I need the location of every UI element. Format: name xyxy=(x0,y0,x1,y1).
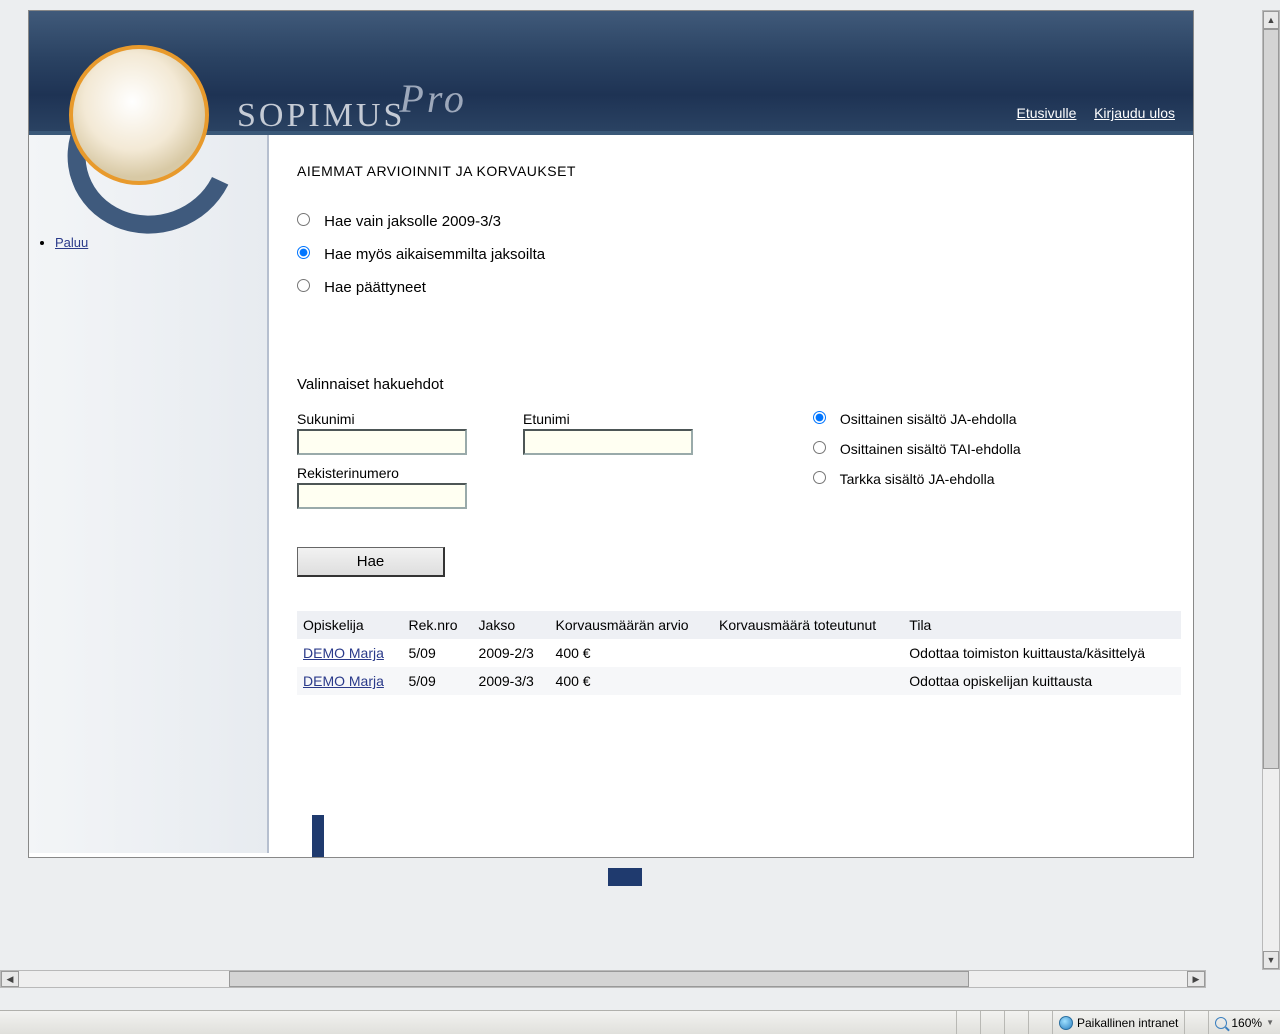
vertical-scrollbar[interactable]: ▲ ▼ xyxy=(1262,10,1280,970)
scroll-up-icon[interactable]: ▲ xyxy=(1263,11,1279,29)
lastname-input[interactable] xyxy=(297,429,467,455)
table-row: DEMO Marja 5/09 2009-3/3 400 € Odottaa o… xyxy=(297,667,1181,695)
cell-est: 400 € xyxy=(550,667,713,695)
scroll-left-icon[interactable]: ◀ xyxy=(1,971,19,987)
cell-regno: 5/09 xyxy=(402,639,472,667)
scroll-down-icon[interactable]: ▼ xyxy=(1263,951,1279,969)
match-radio-partial-or-label: Osittainen sisältö TAI-ehdolla xyxy=(840,441,1021,457)
logo-circle-icon xyxy=(69,45,209,185)
header: SOPIMUSPro Etusivulle Kirjaudu ulos xyxy=(29,11,1193,135)
search-button[interactable]: Hae xyxy=(297,547,445,577)
status-seg xyxy=(980,1011,1004,1034)
table-row: DEMO Marja 5/09 2009-2/3 400 € Odottaa t… xyxy=(297,639,1181,667)
selection-marker-icon xyxy=(312,815,324,857)
cell-period: 2009-3/3 xyxy=(473,667,550,695)
period-radio-ended[interactable] xyxy=(297,279,310,292)
globe-icon xyxy=(1059,1016,1073,1030)
page-title: AIEMMAT ARVIOINNIT JA KORVAUKSET xyxy=(297,163,1169,179)
col-regno: Rek.nro xyxy=(402,611,472,639)
body-split: Paluu AIEMMAT ARVIOINNIT JA KORVAUKSET H… xyxy=(29,135,1193,853)
zone-label: Paikallinen intranet xyxy=(1077,1016,1178,1030)
logout-link[interactable]: Kirjaudu ulos xyxy=(1094,105,1175,121)
chevron-down-icon: ▼ xyxy=(1266,1018,1274,1027)
match-radio-partial-or[interactable] xyxy=(813,441,826,454)
header-links: Etusivulle Kirjaudu ulos xyxy=(1003,105,1175,121)
zoom-icon xyxy=(1215,1017,1227,1029)
logo-area xyxy=(69,45,209,185)
col-student: Opiskelija xyxy=(297,611,402,639)
sidebar: Paluu xyxy=(29,135,269,853)
cell-regno: 5/09 xyxy=(402,667,472,695)
results-table: Opiskelija Rek.nro Jakso Korvausmäärän a… xyxy=(297,611,1181,695)
firstname-label: Etunimi xyxy=(523,411,693,427)
cell-period: 2009-2/3 xyxy=(473,639,550,667)
scroll-track[interactable] xyxy=(19,971,1187,987)
match-radio-group: Osittainen sisältö JA-ehdolla Osittainen… xyxy=(813,411,1021,519)
zoom-seg[interactable]: 160% ▼ xyxy=(1208,1011,1280,1034)
optional-criteria-heading: Valinnaiset hakuehdot xyxy=(297,376,1169,393)
match-radio-exact-and-label: Tarkka sisältö JA-ehdolla xyxy=(840,471,995,487)
student-link[interactable]: DEMO Marja xyxy=(303,645,384,661)
cell-actual xyxy=(713,639,903,667)
home-link[interactable]: Etusivulle xyxy=(1017,105,1077,121)
regnum-label: Rekisterinumero xyxy=(297,465,693,481)
app-window: SOPIMUSPro Etusivulle Kirjaudu ulos Palu… xyxy=(28,10,1194,858)
logo-sub: Pro xyxy=(399,76,467,121)
col-period: Jakso xyxy=(473,611,550,639)
period-radio-group: Hae vain jaksolle 2009-3/3 Hae myös aika… xyxy=(297,213,1169,296)
student-link[interactable]: DEMO Marja xyxy=(303,673,384,689)
content: AIEMMAT ARVIOINNIT JA KORVAUKSET Hae vai… xyxy=(269,135,1193,853)
scroll-thumb[interactable] xyxy=(229,971,969,987)
logo-text: SOPIMUSPro xyxy=(237,89,473,136)
col-est: Korvausmäärän arvio xyxy=(550,611,713,639)
match-radio-partial-and[interactable] xyxy=(813,411,826,424)
lastname-label: Sukunimi xyxy=(297,411,467,427)
firstname-input[interactable] xyxy=(523,429,693,455)
sidebar-back-link[interactable]: Paluu xyxy=(55,235,88,250)
period-radio-earlier-label: Hae myös aikaisemmilta jaksoilta xyxy=(324,246,545,263)
scroll-track[interactable] xyxy=(1263,29,1279,951)
period-radio-current-label: Hae vain jaksolle 2009-3/3 xyxy=(324,213,501,230)
status-seg xyxy=(1184,1011,1208,1034)
horizontal-scrollbar[interactable]: ◀ ▶ xyxy=(0,970,1206,988)
zone-seg: Paikallinen intranet xyxy=(1052,1011,1184,1034)
cell-actual xyxy=(713,667,903,695)
col-actual: Korvausmäärä toteutunut xyxy=(713,611,903,639)
status-seg xyxy=(1004,1011,1028,1034)
scroll-right-icon[interactable]: ▶ xyxy=(1187,971,1205,987)
scroll-thumb[interactable] xyxy=(1263,29,1279,769)
status-seg xyxy=(956,1011,980,1034)
status-seg xyxy=(1028,1011,1052,1034)
match-radio-partial-and-label: Osittainen sisältö JA-ehdolla xyxy=(840,411,1017,427)
cell-est: 400 € xyxy=(550,639,713,667)
period-radio-current[interactable] xyxy=(297,213,310,226)
col-status: Tila xyxy=(903,611,1181,639)
cell-status: Odottaa opiskelijan kuittausta xyxy=(903,667,1181,695)
logo-main: SOPIMUS xyxy=(237,97,405,134)
period-radio-earlier[interactable] xyxy=(297,246,310,259)
match-radio-exact-and[interactable] xyxy=(813,471,826,484)
statusbar: Paikallinen intranet 160% ▼ xyxy=(0,1010,1280,1034)
period-radio-ended-label: Hae päättyneet xyxy=(324,279,426,296)
cell-status: Odottaa toimiston kuittausta/käsittelyä xyxy=(903,639,1181,667)
zoom-label: 160% xyxy=(1231,1016,1262,1030)
bottom-tab-icon xyxy=(608,868,642,886)
search-form: Sukunimi Etunimi Rekisterinumero xyxy=(297,411,1169,519)
regnum-input[interactable] xyxy=(297,483,467,509)
